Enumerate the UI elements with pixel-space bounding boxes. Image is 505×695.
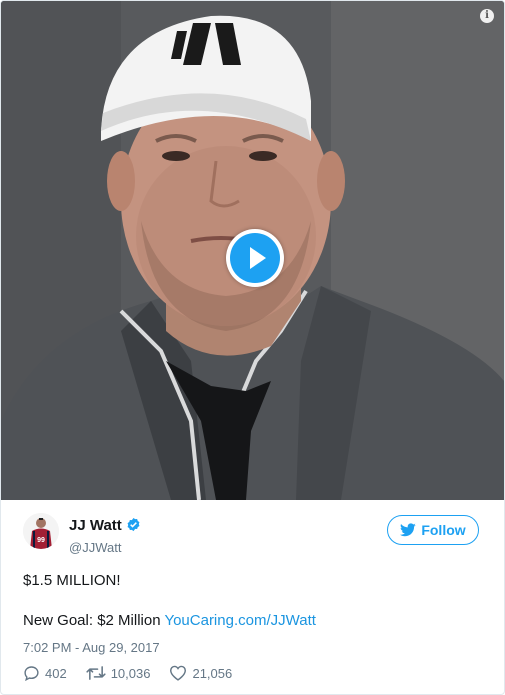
like-count: 21,056 [192, 665, 233, 681]
heart-icon [170, 665, 187, 681]
verified-badge-icon [126, 517, 141, 537]
reply-count: 402 [45, 665, 67, 681]
tweet-line-1: $1.5 MILLION! [23, 572, 121, 589]
reply-icon [24, 666, 39, 681]
reply-button[interactable]: 402 [23, 665, 67, 681]
tweet-line-2: New Goal: $2 Million YouCaring.com/JJWat… [23, 611, 316, 631]
svg-text:99: 99 [37, 537, 45, 544]
twitter-bird-icon [400, 523, 417, 537]
tweet-text: $1.5 MILLION! New Goal: $2 Million YouCa… [23, 571, 316, 631]
play-button[interactable] [226, 229, 284, 287]
video-player[interactable]: i [1, 1, 504, 500]
retweet-count: 10,036 [110, 665, 151, 681]
display-name[interactable]: JJ Watt [69, 517, 122, 534]
play-icon [230, 233, 280, 283]
timestamp[interactable]: 7:02 PM - Aug 29, 2017 [23, 640, 160, 655]
retweet-button[interactable]: 10,036 [86, 665, 151, 681]
like-button[interactable]: 21,056 [169, 665, 232, 681]
tweet-link[interactable]: YouCaring.com/JJWatt [164, 612, 315, 629]
follow-label: Follow [421, 522, 466, 538]
user-handle[interactable]: @JJWatt [69, 540, 141, 555]
follow-button[interactable]: Follow [387, 515, 479, 545]
avatar[interactable]: 99 [23, 513, 59, 549]
info-icon[interactable]: i [480, 9, 494, 23]
retweet-icon [86, 666, 106, 680]
embedded-tweet-card: i 99 JJ Watt @JJWatt Follow $1.5 MILLION… [0, 0, 505, 695]
tweet-line-2-text: New Goal: $2 Million [23, 612, 165, 629]
action-bar: 402 10,036 21,056 [23, 665, 251, 681]
avatar-image: 99 [23, 513, 59, 549]
